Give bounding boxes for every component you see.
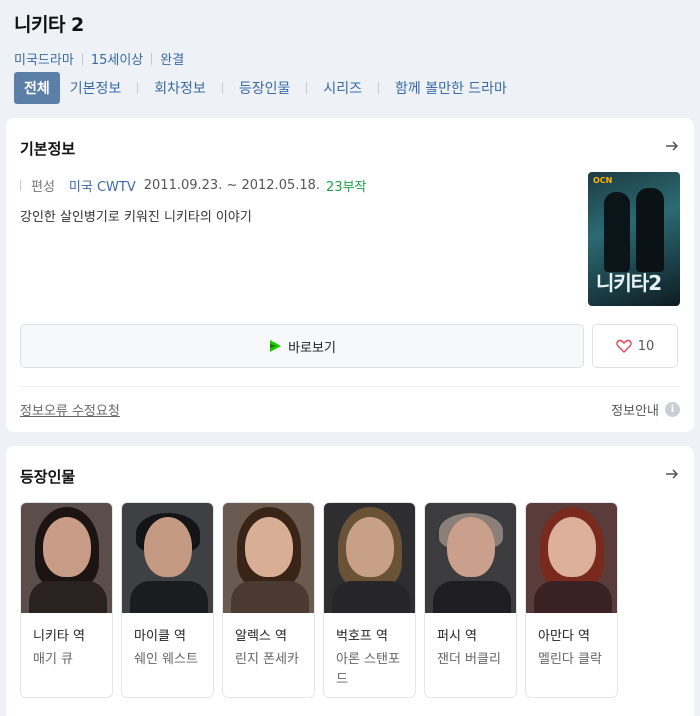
cast-role: 마이클 역 [134, 629, 186, 644]
episode-count[interactable]: 23부작 [326, 176, 366, 195]
watch-label: 바로보기 [288, 340, 336, 356]
tab-all[interactable]: 전체 [14, 72, 60, 104]
cast-actor: 쉐인 웨스트 [134, 652, 198, 667]
info-icon: i [665, 402, 680, 417]
channel-logo: OCN [593, 176, 613, 185]
heart-icon [615, 339, 632, 353]
cast-actor: 잰더 버클리 [437, 652, 501, 667]
watch-button[interactable]: 바로보기 [20, 324, 584, 368]
cast-role: 벅호프 역 [336, 629, 388, 644]
poster-figure [604, 192, 630, 272]
broadcast-label: 편성 [31, 180, 55, 195]
poster-title: 니키타2 [596, 271, 662, 295]
cast-item[interactable]: 퍼시 역 잰더 버클리 [424, 502, 517, 698]
cast-actor: 린지 폰세카 [235, 652, 299, 667]
divider [151, 52, 153, 65]
cast-role: 아만다 역 [538, 629, 590, 644]
poster-image[interactable]: OCN 니키타2 [588, 172, 680, 306]
cast-item[interactable]: 니키타 역 매기 큐 [20, 502, 113, 698]
info-guide[interactable]: 정보안내 i [611, 400, 680, 419]
tab-bar: 전체 기본정보 회차정보 등장인물 시리즈 함께 볼만한 드라마 [14, 72, 517, 104]
poster-figure [636, 188, 664, 272]
basic-info-card: 기본정보 편성 미국 CWTV 2011.09.23. ~ 2012.05.18… [6, 118, 694, 432]
synopsis: 강인한 살인병기로 키워진 니키타의 이야기 [20, 210, 252, 225]
meta-rating: 15세이상 [90, 53, 144, 68]
cast-item[interactable]: 알렉스 역 린지 폰세카 [222, 502, 315, 698]
cast-photo [324, 503, 415, 613]
cast-actor: 매기 큐 [33, 652, 74, 667]
cast-photo [223, 503, 314, 613]
divider [306, 82, 308, 94]
cast-photo [425, 503, 516, 613]
basic-info-title: 기본정보 [20, 140, 76, 158]
tab-episodes[interactable]: 회차정보 [144, 72, 216, 104]
tab-similar-dramas[interactable]: 함께 볼만한 드라마 [385, 72, 517, 104]
tab-series[interactable]: 시리즈 [313, 72, 372, 104]
cast-card: 등장인물 니키타 역 매기 큐 마이클 역 쉐인 웨스트 알렉스 역 린지 폰세… [6, 446, 694, 716]
cast-title: 등장인물 [20, 468, 76, 486]
divider [20, 386, 680, 387]
broadcast-dates: 2011.09.23. ~ 2012.05.18. [143, 178, 321, 193]
divider [378, 82, 379, 94]
divider [81, 52, 83, 65]
divider [221, 82, 223, 94]
meta-info: 미국드라마 15세이상 완결 [14, 49, 686, 68]
arrow-right-icon[interactable] [664, 466, 680, 482]
cast-photo [526, 503, 617, 613]
divider [137, 82, 139, 94]
cast-item[interactable]: 마이클 역 쉐인 웨스트 [121, 502, 214, 698]
cast-item[interactable]: 아만다 역 멜린다 클락 [525, 502, 618, 698]
like-button[interactable]: 10 [592, 324, 678, 368]
cast-photo [122, 503, 213, 613]
cast-role: 니키타 역 [33, 629, 85, 644]
tab-cast[interactable]: 등장인물 [229, 72, 301, 104]
cast-photo [21, 503, 112, 613]
report-error-link[interactable]: 정보오류 수정요청 [20, 400, 120, 419]
arrow-right-icon[interactable] [664, 138, 680, 154]
tab-basic-info[interactable]: 기본정보 [60, 72, 132, 104]
cast-role: 알렉스 역 [235, 629, 287, 644]
cast-role: 퍼시 역 [437, 629, 478, 644]
page-title: 니키타 2 [14, 14, 84, 36]
info-guide-label: 정보안내 [611, 404, 659, 419]
divider [20, 180, 21, 191]
like-count: 10 [637, 338, 655, 354]
network-link[interactable]: 미국 CWTV [69, 176, 136, 195]
cast-item[interactable]: 벅호프 역 아론 스탠포드 [323, 502, 416, 698]
cast-list: 니키타 역 매기 큐 마이클 역 쉐인 웨스트 알렉스 역 린지 폰세카 벅호프… [20, 502, 626, 698]
page-header: 니키타 2 미국드라마 15세이상 완결 [14, 10, 686, 68]
broadcast-info: 편성 미국 CWTV 2011.09.23. ~ 2012.05.18. 23부… [20, 176, 367, 195]
cast-actor: 아론 스탠포드 [336, 652, 400, 687]
meta-status: 완결 [160, 53, 185, 68]
cast-actor: 멜린다 클락 [538, 652, 602, 667]
meta-genre[interactable]: 미국드라마 [14, 49, 74, 68]
play-icon [270, 340, 282, 352]
